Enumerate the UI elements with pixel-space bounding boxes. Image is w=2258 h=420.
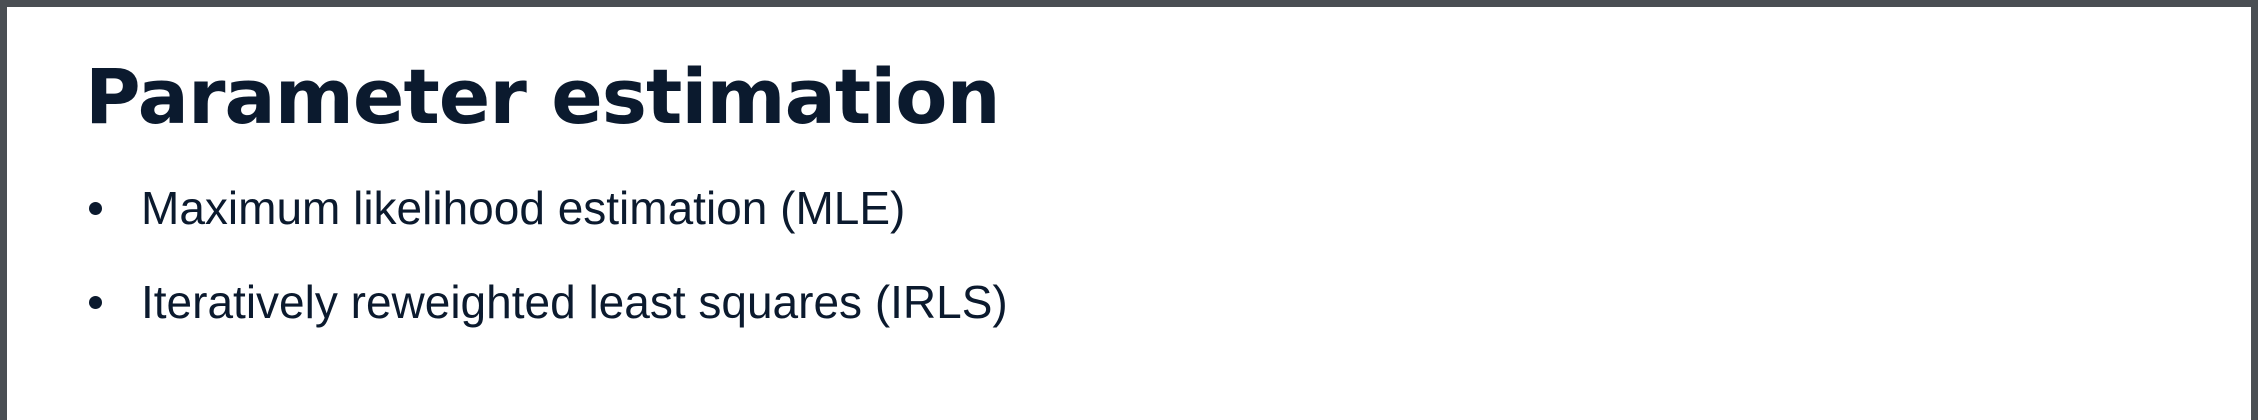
bullet-list: Maximum likelihood estimation (MLE) Iter… [85, 183, 1008, 371]
bullet-text: Iteratively reweighted least squares (IR… [141, 276, 1008, 328]
slide-title: Parameter estimation [85, 52, 1001, 141]
bullet-text: Maximum likelihood estimation (MLE) [141, 182, 906, 234]
bullet-dot-icon [89, 296, 102, 309]
slide-frame: Parameter estimation Maximum likelihood … [0, 0, 2258, 420]
bullet-item-irls: Iteratively reweighted least squares (IR… [85, 277, 1008, 327]
bullet-item-mle: Maximum likelihood estimation (MLE) [85, 183, 1008, 233]
bullet-dot-icon [89, 202, 102, 215]
